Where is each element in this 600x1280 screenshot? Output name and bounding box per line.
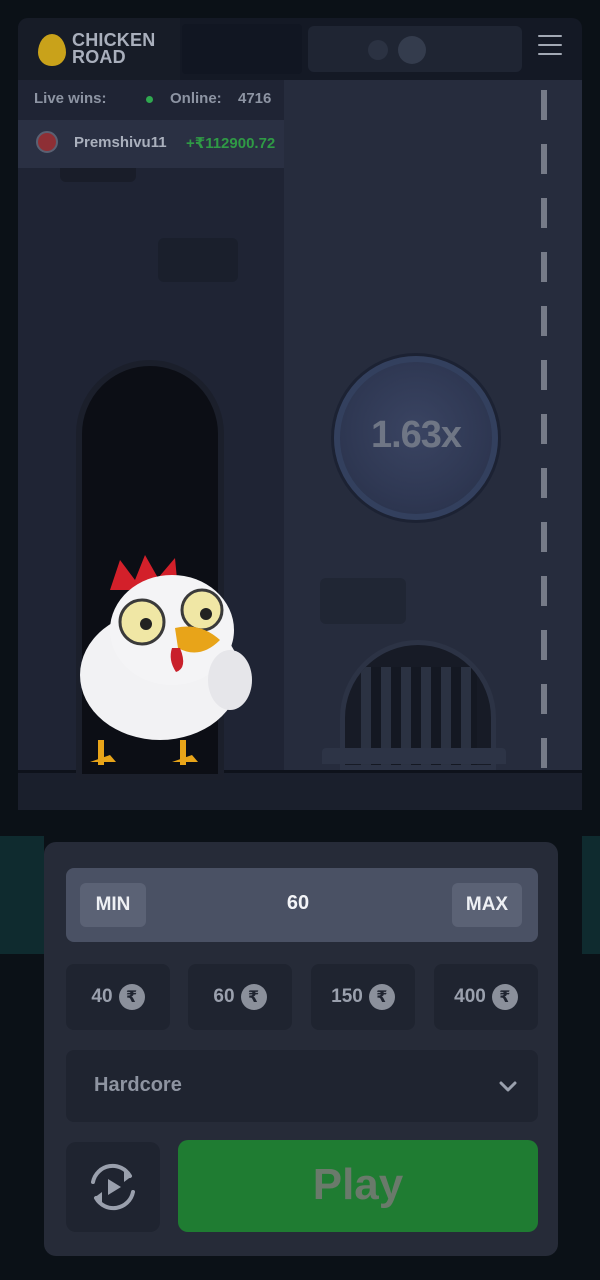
online-label: Online: [170,90,222,107]
min-bet-button[interactable]: MIN [80,883,146,927]
quick-bet-150[interactable]: 150 ₹ [311,964,415,1030]
multiplier-value: 1.63x [370,414,462,456]
quick-bet-60[interactable]: 60 ₹ [188,964,292,1030]
rupee-coin-icon: ₹ [240,984,267,1010]
live-wins-label: Live wins: [34,90,107,107]
feed-tab [60,168,136,182]
blurred-icon [368,40,388,60]
online-status-dot [146,96,153,103]
winner-amount: +₹112900.72 [186,135,276,152]
teal-band [582,836,600,954]
road-marker [320,578,406,624]
difficulty-value: Hardcore [94,1074,182,1096]
autoplay-refresh-icon [91,1163,135,1211]
quick-bet-amount: 400 [454,986,486,1007]
quick-bet-amount: 60 [213,986,235,1007]
chicken-character [80,555,252,765]
lane-divider [541,90,547,770]
chevron-down-icon [499,1081,517,1092]
blurred-icon [398,36,426,64]
winner-username: Premshivu11 [74,134,167,151]
rupee-coin-icon: ₹ [118,984,145,1010]
online-count: 4716 [238,90,272,107]
hamburger-menu-icon[interactable] [538,35,562,57]
max-bet-button[interactable]: MAX [452,883,522,927]
rupee-coin-icon: ₹ [491,984,518,1010]
stake-amount-field[interactable]: 60 [230,892,366,915]
quick-bet-amount: 40 [91,986,113,1007]
wall-sign [158,238,238,282]
header-slot [182,24,302,74]
play-button-label: Play [312,1160,404,1209]
logo-line2: ROAD [72,47,126,67]
quick-bet-400[interactable]: 400 ₹ [434,964,538,1030]
autoplay-button[interactable] [66,1142,160,1232]
quick-bet-40[interactable]: 40 ₹ [66,964,170,1030]
balance-pill[interactable] [308,26,522,72]
avatar [36,131,58,153]
logo-text: CHICKEN ROAD [72,31,155,67]
rupee-coin-icon: ₹ [368,984,395,1010]
quick-bet-amount: 150 [331,986,363,1007]
egg-logo-icon [38,34,66,66]
teal-band [0,836,44,954]
curb [322,748,506,764]
